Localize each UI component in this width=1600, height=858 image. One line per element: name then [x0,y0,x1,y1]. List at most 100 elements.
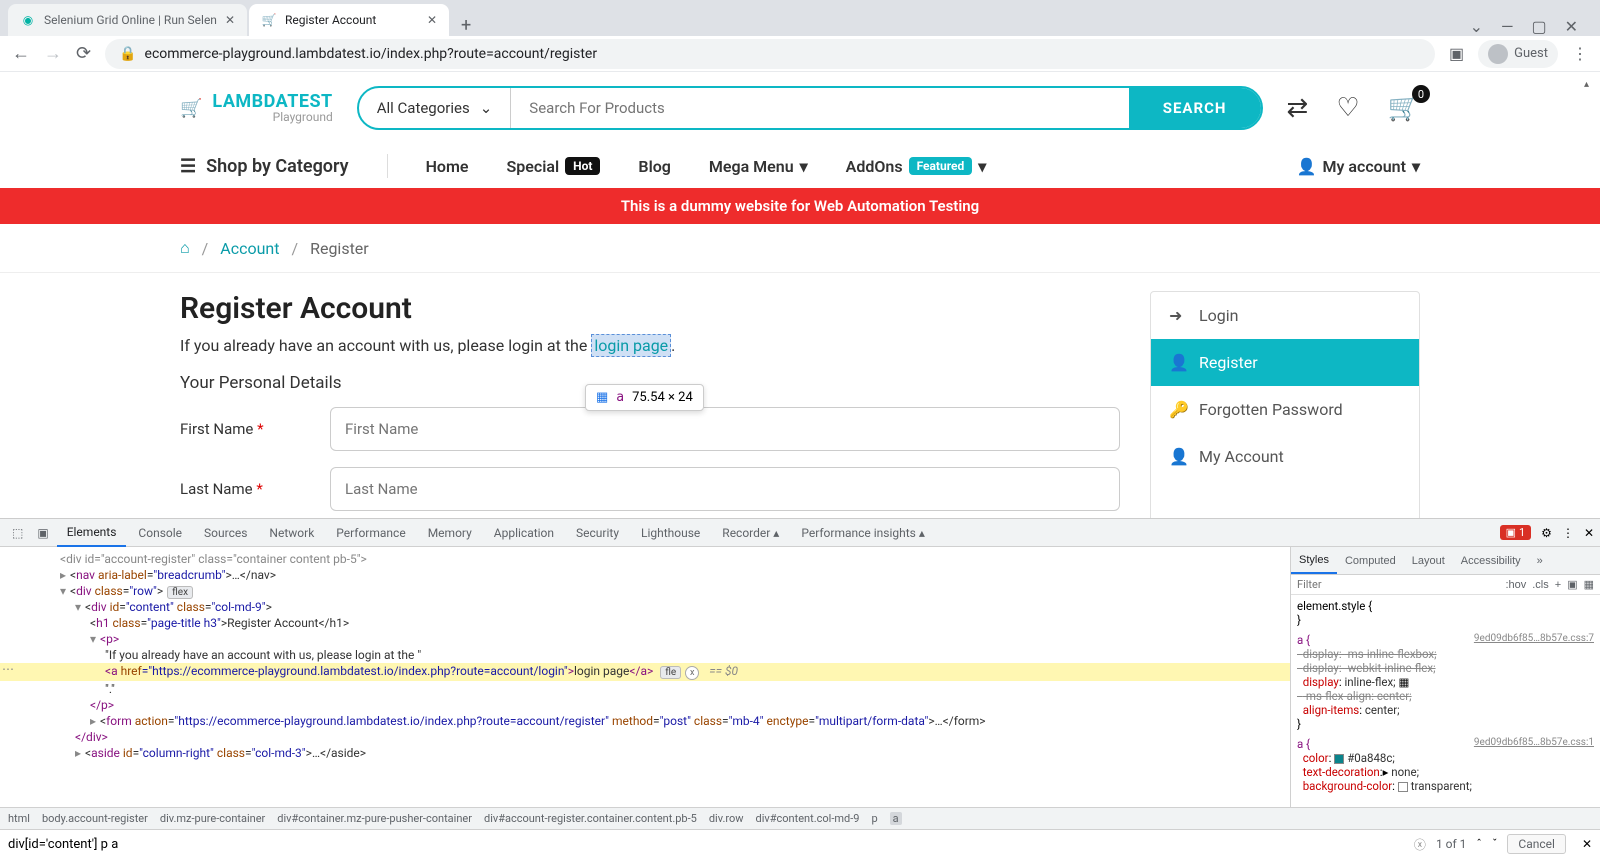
dom-tree[interactable]: ⋯ <div id="account-register" class="cont… [0,547,1290,807]
cart-icon[interactable]: 🛒0 [1388,93,1420,123]
error-badge[interactable]: ▣ 1 [1500,525,1532,540]
tab-styles[interactable]: Styles [1291,548,1337,574]
box-model-icon[interactable]: ▦ [1584,578,1594,591]
cls-toggle[interactable]: .cls [1532,579,1549,591]
chevron-down-icon: ▾ [1412,157,1420,176]
new-rule-button[interactable]: + [1555,579,1561,591]
last-name-input[interactable] [330,467,1120,511]
first-name-input[interactable] [330,407,1120,451]
grid-icon: ▦ [596,390,608,405]
nav-special[interactable]: Special Hot [506,157,600,176]
menu-icon[interactable]: ⋮ [1572,44,1588,63]
tab-network[interactable]: Network [259,520,324,546]
cancel-button[interactable]: Cancel [1507,834,1566,854]
category-select[interactable]: All Categories ⌄ [359,88,512,128]
tab-register[interactable]: 🛒 Register Account ✕ [249,4,449,36]
main-nav: ☰ Shop by Category Home Special Hot Blog… [0,144,1600,188]
shop-by-category[interactable]: ☰ Shop by Category [180,156,349,177]
gear-icon[interactable]: ⚙ [1541,526,1552,540]
key-icon: 🔑 [1169,400,1187,419]
close-icon[interactable]: ✕ [1584,526,1594,540]
login-page-link[interactable]: login page [591,334,671,357]
nav-mega-menu[interactable]: Mega Menu ▾ [709,157,808,176]
panel-icon[interactable]: ▣ [1449,44,1464,63]
sidebar-item-register[interactable]: 👤 Register [1151,339,1419,386]
chevron-down-icon: ▾ [978,157,986,176]
compare-icon[interactable]: ⇄ [1287,93,1309,123]
nav-home[interactable]: Home [426,157,469,176]
tab-sources[interactable]: Sources [194,520,257,546]
dom-breadcrumb[interactable]: html body.account-register div.mz-pure-c… [0,807,1600,829]
inspect-element-icon[interactable]: ⬚ [6,522,29,544]
css-rules[interactable]: element.style { } 9ed09db6f85…8b57e.css:… [1291,595,1600,807]
tab-lighthouse[interactable]: Lighthouse [631,520,710,546]
minimize-icon[interactable]: — [1501,17,1514,36]
account-sidebar: ➜ Login 👤 Register 🔑 Forgotten Password … [1150,291,1420,518]
login-icon: ➜ [1169,306,1187,325]
hov-toggle[interactable]: :hov [1505,579,1526,591]
devtools-tabs: ⬚ ▣ Elements Console Sources Network Per… [0,519,1600,547]
tab-performance[interactable]: Performance [326,520,415,546]
breadcrumb-account[interactable]: Account [220,239,279,258]
tab-memory[interactable]: Memory [418,520,482,546]
back-button[interactable]: ← [12,43,30,64]
tab-recorder[interactable]: Recorder ▴ [712,520,789,546]
tab-security[interactable]: Security [566,520,629,546]
chevron-down-icon: ▾ [800,157,808,176]
scroll-up-icon[interactable] [1584,72,1596,84]
tab-elements[interactable]: Elements [57,519,127,547]
tab-title: Selenium Grid Online | Run Selen [44,13,217,27]
sidebar-item-forgotten[interactable]: 🔑 Forgotten Password [1151,386,1419,433]
tab-console[interactable]: Console [128,520,192,546]
sidebar-item-my-account[interactable]: 👤 My Account [1151,433,1419,480]
prev-match-icon[interactable]: ˆ [1476,837,1482,851]
tab-accessibility[interactable]: Accessibility [1453,549,1529,573]
more-icon[interactable]: » [1529,549,1551,573]
profile-chip[interactable]: Guest [1478,40,1558,68]
next-match-icon[interactable]: ˇ [1492,837,1497,851]
wishlist-icon[interactable]: ♡ [1336,93,1359,123]
menu-icon[interactable]: ⋮ [1562,526,1574,540]
styles-filter-input[interactable] [1297,578,1499,591]
nav-my-account[interactable]: 👤 My account ▾ [1297,157,1420,176]
clear-icon[interactable]: ⓧ [1414,836,1426,853]
panel-icon[interactable]: ▣ [1567,578,1577,591]
forward-button[interactable]: → [44,43,62,64]
search-input[interactable] [511,99,1128,117]
dropdown-icon[interactable]: ⌄ [1470,17,1483,36]
dom-search-input[interactable] [8,837,1404,852]
close-icon[interactable]: ✕ [1582,837,1592,851]
hamburger-icon: ☰ [180,156,196,177]
close-icon[interactable]: ✕ [427,13,437,27]
tab-title: Register Account [285,13,376,27]
tab-layout[interactable]: Layout [1404,549,1453,573]
tab-application[interactable]: Application [484,520,564,546]
address-bar[interactable]: 🔒 ecommerce-playground.lambdatest.io/ind… [105,39,1435,69]
close-window-icon[interactable]: ✕ [1565,17,1578,36]
search-count: 1 of 1 [1436,837,1466,851]
tab-perf-insights[interactable]: Performance insights ▴ [791,520,935,546]
device-toggle-icon[interactable]: ▣ [31,522,54,544]
reload-button[interactable]: ⟳ [76,43,91,64]
sidebar-item-label: My Account [1199,447,1284,466]
nav-blog[interactable]: Blog [638,157,670,176]
logo[interactable]: 🛒 LAMBDATEST Playground [180,93,333,123]
warning-banner: This is a dummy website for Web Automati… [0,188,1600,224]
breadcrumb-sep: / [291,239,298,258]
logo-sub: Playground [212,111,332,123]
tab-computed[interactable]: Computed [1337,549,1404,573]
sidebar-item-login[interactable]: ➜ Login [1151,292,1419,339]
new-tab-button[interactable]: + [451,15,481,36]
hide-icon[interactable]: x [685,666,699,680]
category-label: All Categories [377,99,470,117]
tab-selenium[interactable]: ◉ Selenium Grid Online | Run Selen ✕ [8,4,247,36]
chevron-down-icon: ⌄ [480,99,493,117]
header-icons: ⇄ ♡ 🛒0 [1287,93,1420,123]
tab-favicon-icon: ◉ [20,12,36,28]
close-icon[interactable]: ✕ [225,13,235,27]
url-text: ecommerce-playground.lambdatest.io/index… [145,46,598,62]
maximize-icon[interactable]: ▢ [1531,17,1546,36]
breadcrumb-home[interactable]: ⌂ [180,238,190,258]
nav-addons[interactable]: AddOns Featured ▾ [846,157,987,176]
search-button[interactable]: SEARCH [1129,88,1261,128]
